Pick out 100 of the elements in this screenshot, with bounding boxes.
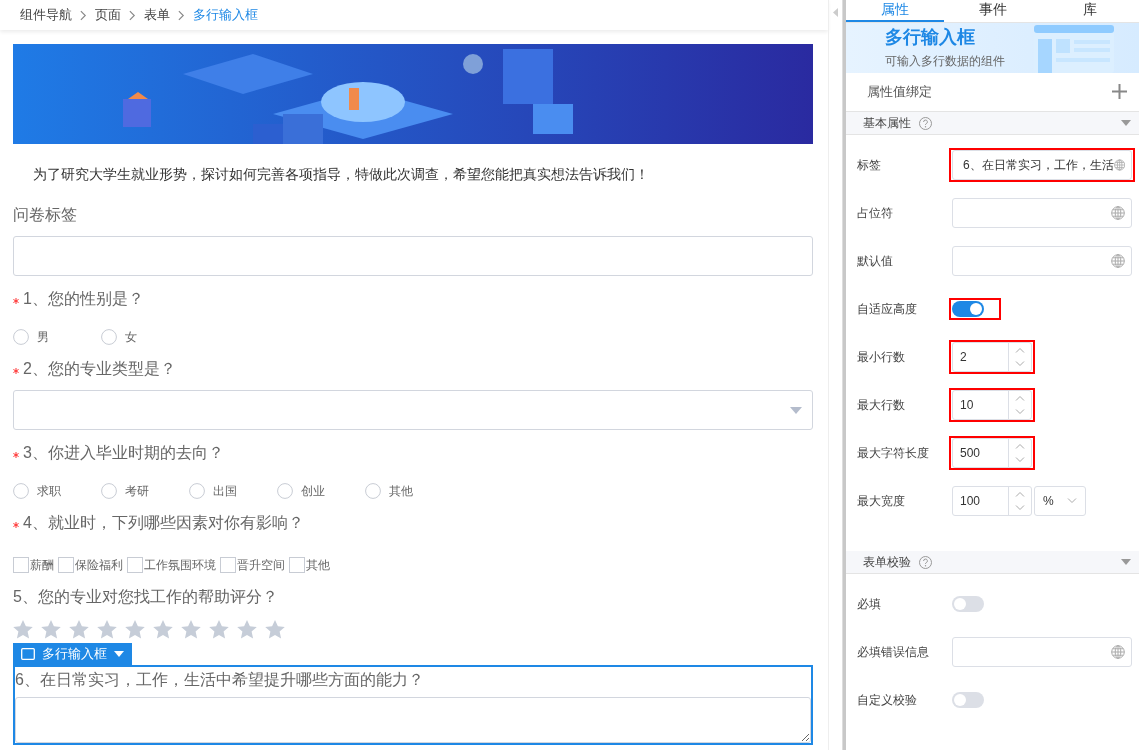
collapse-caret-icon[interactable] [1121,120,1131,126]
section-title: 基本属性 [863,114,911,132]
radio-option[interactable]: 创业 [277,482,365,500]
star-icon[interactable] [265,620,285,639]
question-label: 问卷标签 [13,204,77,225]
radio-icon[interactable] [189,483,205,499]
globe-icon[interactable] [1111,206,1125,220]
chevron-right-icon [178,9,185,21]
checkbox-icon[interactable] [13,557,29,573]
decrement-icon[interactable] [1015,457,1025,463]
star-icon[interactable] [97,620,117,639]
radio-icon[interactable] [365,483,381,499]
toggle-switch[interactable] [952,692,984,708]
breadcrumb-link[interactable]: 表单 [144,6,170,24]
star-icon[interactable] [125,620,145,639]
collapse-caret-icon[interactable] [1121,559,1131,565]
breadcrumb-link[interactable]: 页面 [95,6,121,24]
field-label: 占位符 [857,204,894,222]
radio-option[interactable]: 考研 [101,482,189,500]
star-icon[interactable] [153,620,173,639]
increment-icon[interactable] [1015,491,1025,497]
checkbox-icon[interactable] [220,557,236,573]
radio-option[interactable]: 求职 [13,482,101,500]
unit-select[interactable]: % [1034,486,1086,516]
field-label: 必填 [857,595,882,613]
checkbox-option[interactable]: 晋升空间 [220,556,285,574]
required-icon [13,368,19,374]
checkbox-option[interactable]: 工作氛围环境 [127,556,216,574]
toggle-switch[interactable] [952,301,984,317]
section-header[interactable]: 表单校验 [846,551,1139,574]
caret-icon [114,651,124,657]
star-icon[interactable] [13,620,33,639]
star-icon[interactable] [181,620,201,639]
required-icon [13,522,19,528]
textarea-icon [21,648,35,660]
tag-label: 多行输入框 [42,645,107,663]
text-field[interactable] [952,198,1132,228]
checkbox-option[interactable]: 保险福利 [58,556,123,574]
collapse-arrow-icon[interactable] [832,8,839,17]
question-label: 5、您的专业对您找工作的帮助评分？ [13,586,278,607]
checkbox-icon[interactable] [58,557,74,573]
panel-tab[interactable]: 属性 [846,0,944,22]
toggle-switch[interactable] [952,596,984,612]
number-field[interactable]: 500 [952,438,1032,468]
required-icon [13,452,19,458]
breadcrumb-link[interactable]: 多行输入框 [193,6,258,24]
increment-icon[interactable] [1015,443,1025,449]
decrement-icon[interactable] [1015,409,1025,415]
globe-icon[interactable] [1111,254,1125,268]
checkbox-icon[interactable] [289,557,305,573]
star-rating[interactable] [13,620,285,640]
plus-icon[interactable] [1112,84,1127,100]
radio-option[interactable]: 男 [13,328,101,346]
section-title: 表单校验 [863,553,911,571]
increment-icon[interactable] [1015,395,1025,401]
required-icon [13,298,19,304]
radio-option[interactable]: 出国 [189,482,277,500]
help-icon[interactable] [919,116,932,130]
component-subtitle: 可输入多行数据的组件 [885,53,1005,71]
checkbox-option[interactable]: 其他 [289,556,330,574]
question-label: 2、您的专业类型是？ [23,358,176,379]
field-label: 自定义校验 [857,691,918,709]
number-field[interactable]: 10 [952,390,1032,420]
increment-icon[interactable] [1015,347,1025,353]
select-field[interactable] [13,390,813,430]
radio-option[interactable]: 其他 [365,482,453,500]
star-icon[interactable] [69,620,89,639]
number-field[interactable]: 100 [952,486,1032,516]
number-field[interactable]: 2 [952,342,1032,372]
radio-icon[interactable] [13,483,29,499]
radio-option[interactable]: 女 [101,328,189,346]
textarea-block[interactable]: 6、在日常实习，工作，生活中希望提升哪些方面的能力？ [13,665,813,745]
text-field[interactable] [952,637,1132,667]
field-label: 最大字符长度 [857,444,930,462]
radio-icon[interactable] [13,329,29,345]
radio-icon[interactable] [101,483,117,499]
question-label: 4、就业时，下列哪些因素对你有影响？ [23,512,304,533]
globe-icon[interactable] [1113,158,1125,172]
decrement-icon[interactable] [1015,505,1025,511]
star-icon[interactable] [237,620,257,639]
component-tag[interactable]: 多行输入框 [13,643,132,665]
section-header[interactable]: 基本属性 [846,112,1139,135]
text-field[interactable]: 6、在日常实习，工作，生活 [952,150,1132,180]
help-icon[interactable] [919,555,932,569]
star-icon[interactable] [209,620,229,639]
radio-icon[interactable] [101,329,117,345]
breadcrumb-link[interactable]: 组件导航 [20,6,72,24]
textarea-field[interactable] [15,697,811,743]
dropdown-caret-icon [790,406,802,414]
decrement-icon[interactable] [1015,361,1025,367]
globe-icon[interactable] [1111,645,1125,659]
radio-icon[interactable] [277,483,293,499]
input-field[interactable] [13,236,813,276]
chevron-down-icon [1067,498,1077,504]
question-label: 1、您的性别是？ [23,288,144,309]
text-field[interactable] [952,246,1132,276]
star-icon[interactable] [41,620,61,639]
checkbox-option[interactable]: 薪酬 [13,556,54,574]
field-label: 最小行数 [857,348,906,366]
checkbox-icon[interactable] [127,557,143,573]
